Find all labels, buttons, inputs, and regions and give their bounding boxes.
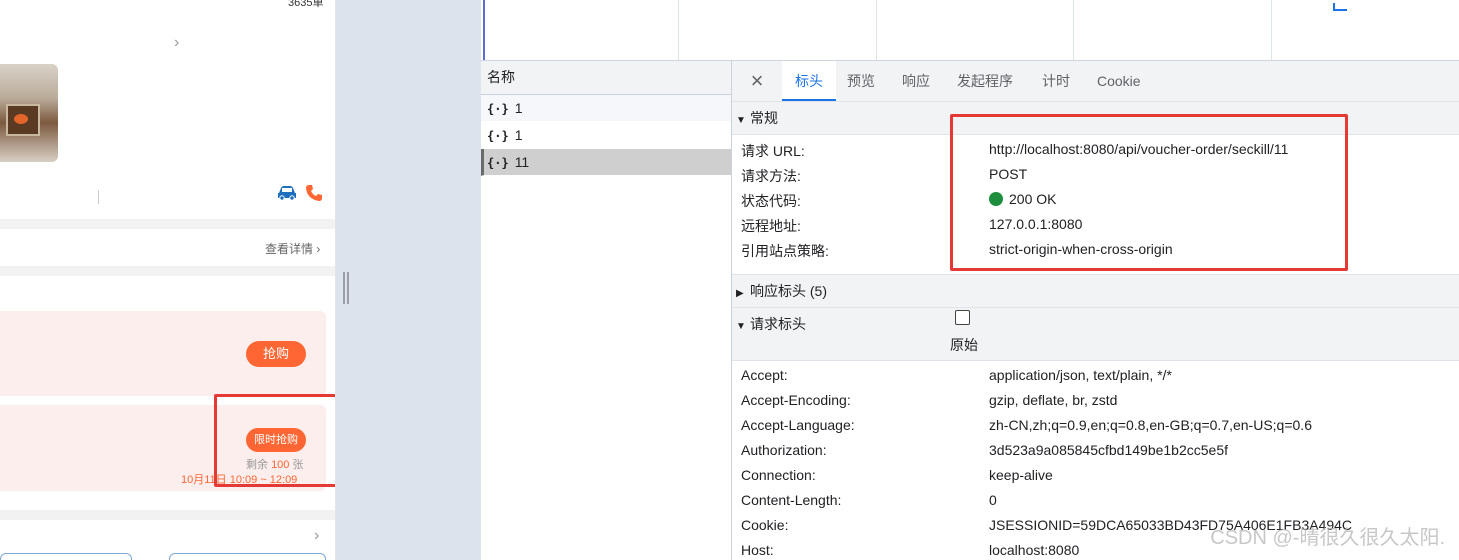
- expanded-triangle-icon: ▼: [736, 115, 746, 126]
- header-key: Accept-Language:: [741, 417, 855, 433]
- raw-checkbox[interactable]: [955, 310, 970, 325]
- detail-tabs: × 标头 预览 响应 发起程序 计时 Cookie: [732, 61, 1459, 102]
- watermark: CSDN @-晴很久很久太阳.: [1210, 527, 1445, 549]
- request-url-label: 请求 URL:: [741, 143, 805, 159]
- bottom-button[interactable]: [0, 553, 132, 560]
- panel-gutter: [335, 0, 481, 560]
- header-key: Authorization:: [741, 442, 827, 458]
- header-key: Host:: [741, 542, 774, 558]
- header-key: Accept-Encoding:: [741, 392, 851, 408]
- header-key: Content-Length:: [741, 492, 842, 508]
- mobile-app-preview: 3635单 › 查看详情 › 抢购 限时抢购 剩余 100 张 10月11日 1…: [0, 0, 335, 560]
- timeline-marker: [483, 0, 485, 60]
- raw-label: 原始: [950, 337, 978, 353]
- request-detail: × 标头 预览 响应 发起程序 计时 Cookie ▼ 常规 请求 URL: ht…: [732, 61, 1459, 560]
- header-value: 0: [989, 492, 997, 508]
- highlight-box: [950, 114, 1348, 271]
- header-value: 3d523a9a085845cfbd149be1b2cc5e5f: [989, 442, 1229, 458]
- highlight-box: [214, 394, 335, 487]
- section-divider: [0, 266, 335, 276]
- request-row[interactable]: {·} 1: [481, 122, 731, 149]
- tab-initiator[interactable]: 发起程序: [957, 61, 1013, 101]
- request-method-label: 请求方法:: [741, 168, 801, 184]
- tab-preview[interactable]: 预览: [847, 61, 875, 101]
- request-row-selected[interactable]: {·} 11: [481, 149, 731, 176]
- header-value: application/json, text/plain, */*: [989, 367, 1172, 383]
- car-icon[interactable]: [276, 185, 298, 201]
- status-code-label: 状态代码:: [741, 193, 801, 209]
- phone-icon[interactable]: [305, 184, 323, 202]
- tab-cookies[interactable]: Cookie: [1097, 61, 1141, 101]
- more-detail-link[interactable]: 查看详情 ›: [265, 240, 320, 257]
- close-icon[interactable]: ×: [746, 70, 768, 92]
- chevron-right-icon[interactable]: ›: [314, 527, 319, 545]
- voucher-card: 抢购: [0, 311, 326, 396]
- resize-handle[interactable]: [343, 272, 349, 304]
- request-headers-section-header[interactable]: ▼ 请求标头: [732, 307, 1459, 361]
- expanded-triangle-icon: ▼: [736, 321, 746, 332]
- json-icon: {·}: [487, 156, 509, 170]
- tab-response[interactable]: 响应: [902, 61, 930, 101]
- json-icon: {·}: [487, 102, 509, 116]
- column-header-name[interactable]: 名称: [481, 61, 731, 95]
- header-value: localhost:8080: [989, 542, 1080, 558]
- tab-timing[interactable]: 计时: [1042, 61, 1070, 101]
- response-headers-section-header[interactable]: ▶ 响应标头 (5): [732, 274, 1459, 308]
- header-value: gzip, deflate, br, zstd: [989, 392, 1118, 408]
- timeline-bar: [1333, 3, 1347, 11]
- bottom-button[interactable]: [169, 553, 326, 560]
- chevron-right-icon[interactable]: ›: [174, 34, 179, 52]
- header-key: Accept:: [741, 367, 788, 383]
- collapsed-triangle-icon: ▶: [736, 288, 744, 299]
- buy-button[interactable]: 抢购: [246, 341, 306, 367]
- tab-headers[interactable]: 标头: [782, 61, 836, 101]
- json-icon: {·}: [487, 129, 509, 143]
- shop-photo[interactable]: [0, 64, 58, 162]
- header-value: keep-alive: [989, 467, 1053, 483]
- header-key: Cookie:: [741, 517, 789, 533]
- sold-count: 3635单: [288, 0, 324, 9]
- section-divider: [0, 219, 335, 229]
- header-key: Connection:: [741, 467, 816, 483]
- section-divider: [0, 510, 335, 520]
- divider: [98, 190, 99, 204]
- referrer-policy-label: 引用站点策略:: [741, 243, 829, 259]
- request-list: 名称 {·} 1 {·} 1 {·} 11: [481, 61, 732, 560]
- network-overview[interactable]: [481, 0, 1459, 61]
- remote-address-label: 远程地址:: [741, 218, 801, 234]
- request-row[interactable]: {·} 1: [481, 95, 731, 122]
- header-value: zh-CN,zh;q=0.9,en;q=0.8,en-GB;q=0.7,en-U…: [989, 417, 1312, 433]
